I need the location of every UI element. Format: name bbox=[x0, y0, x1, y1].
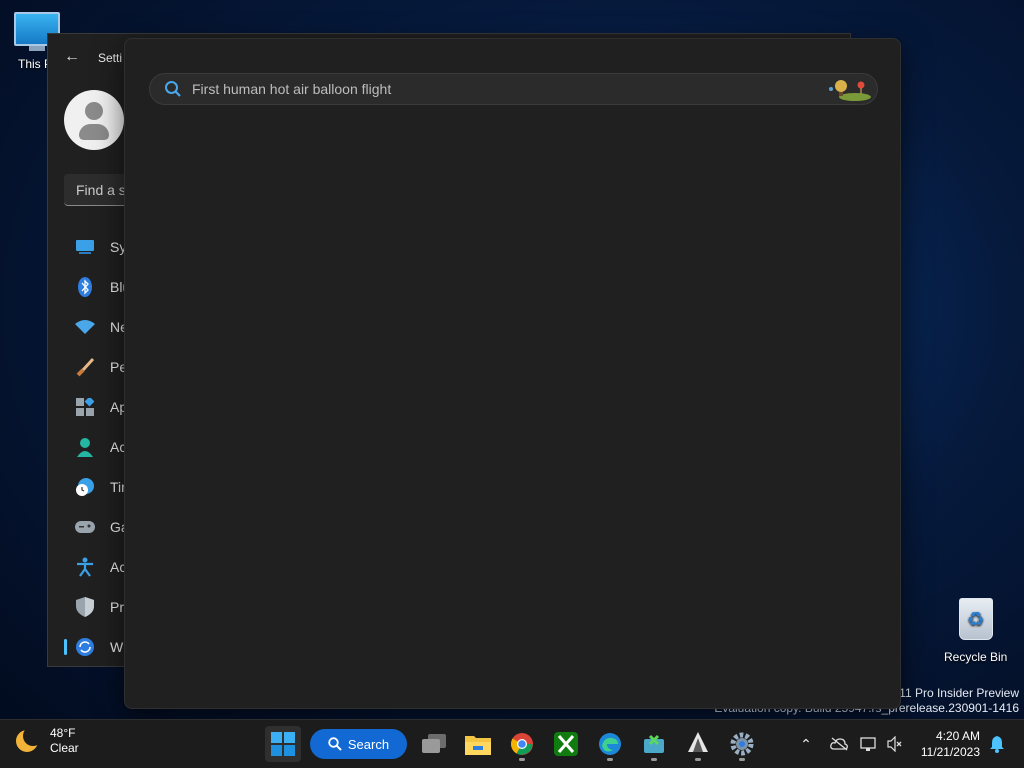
windows-logo-icon bbox=[271, 732, 295, 756]
search-icon bbox=[165, 81, 181, 97]
onedrive-button[interactable] bbox=[828, 720, 850, 768]
volume-muted-icon bbox=[887, 736, 902, 752]
chevron-up-icon: ⌃ bbox=[800, 735, 812, 752]
cloud-offline-icon bbox=[830, 737, 848, 751]
bluetooth-icon bbox=[74, 276, 96, 298]
clock-date: 11/21/2023 bbox=[920, 745, 980, 759]
windows-update-icon bbox=[74, 636, 96, 658]
chrome-icon bbox=[511, 733, 533, 755]
search-highlight-balloon-icon[interactable] bbox=[825, 76, 873, 102]
avatar[interactable] bbox=[64, 90, 124, 150]
watermark-line1: s 11 Pro Insider Preview bbox=[889, 686, 1019, 700]
settings-title: Setti bbox=[98, 51, 123, 65]
notifications-button[interactable] bbox=[986, 720, 1008, 768]
bell-icon bbox=[990, 736, 1004, 753]
apps-icon bbox=[74, 396, 96, 418]
weather-desc: Clear bbox=[50, 741, 79, 755]
task-view-button[interactable] bbox=[416, 726, 452, 762]
start-button[interactable] bbox=[265, 726, 301, 762]
weather-widget[interactable]: 48°F Clear bbox=[14, 726, 79, 756]
network-icon bbox=[74, 316, 96, 338]
show-hidden-icons-button[interactable]: ⌃ bbox=[796, 720, 816, 768]
personalization-icon bbox=[74, 356, 96, 378]
xbox-icon bbox=[554, 732, 578, 756]
taskbar-search-button[interactable]: Search bbox=[310, 729, 407, 759]
network-wired-icon bbox=[860, 737, 876, 751]
edge-icon bbox=[599, 733, 621, 755]
accounts-icon bbox=[74, 436, 96, 458]
file-explorer-icon bbox=[465, 736, 491, 755]
settings-gear-icon bbox=[730, 732, 754, 756]
search-box[interactable] bbox=[149, 73, 878, 105]
file-explorer-button[interactable] bbox=[460, 726, 496, 762]
weather-temp: 48°F bbox=[50, 726, 76, 740]
back-arrow-icon[interactable]: ← bbox=[64, 48, 80, 66]
taskbar: 48°F Clear Search ⌃ 4:20 AM 11/21/2023 bbox=[0, 719, 1024, 768]
app-button[interactable] bbox=[636, 726, 672, 762]
inkscape-icon bbox=[688, 732, 708, 752]
search-icon bbox=[328, 737, 342, 751]
search-flyout bbox=[124, 38, 901, 709]
app-icon bbox=[644, 734, 664, 753]
time-language-icon bbox=[74, 476, 96, 498]
settings-button[interactable] bbox=[724, 726, 760, 762]
task-view-icon bbox=[422, 734, 446, 753]
search-label: Search bbox=[347, 736, 390, 752]
recycle-bin-desktop-icon[interactable]: ♻ Recycle Bin bbox=[944, 598, 1007, 664]
recycle-bin-label: Recycle Bin bbox=[944, 650, 1008, 664]
system-icon bbox=[74, 236, 96, 258]
chrome-button[interactable] bbox=[504, 726, 540, 762]
xbox-button[interactable] bbox=[548, 726, 584, 762]
clock-time: 4:20 AM bbox=[935, 729, 980, 743]
search-input[interactable] bbox=[190, 80, 825, 98]
inkscape-button[interactable] bbox=[680, 726, 716, 762]
gaming-icon bbox=[74, 516, 96, 538]
clock[interactable]: 4:20 AM 11/21/2023 bbox=[921, 728, 980, 760]
privacy-icon bbox=[74, 596, 96, 618]
edge-button[interactable] bbox=[592, 726, 628, 762]
moon-icon bbox=[16, 728, 40, 752]
accessibility-icon bbox=[74, 556, 96, 578]
volume-button[interactable] bbox=[884, 720, 906, 768]
network-status-button[interactable] bbox=[858, 720, 880, 768]
recycle-bin-icon: ♻ bbox=[958, 598, 993, 640]
